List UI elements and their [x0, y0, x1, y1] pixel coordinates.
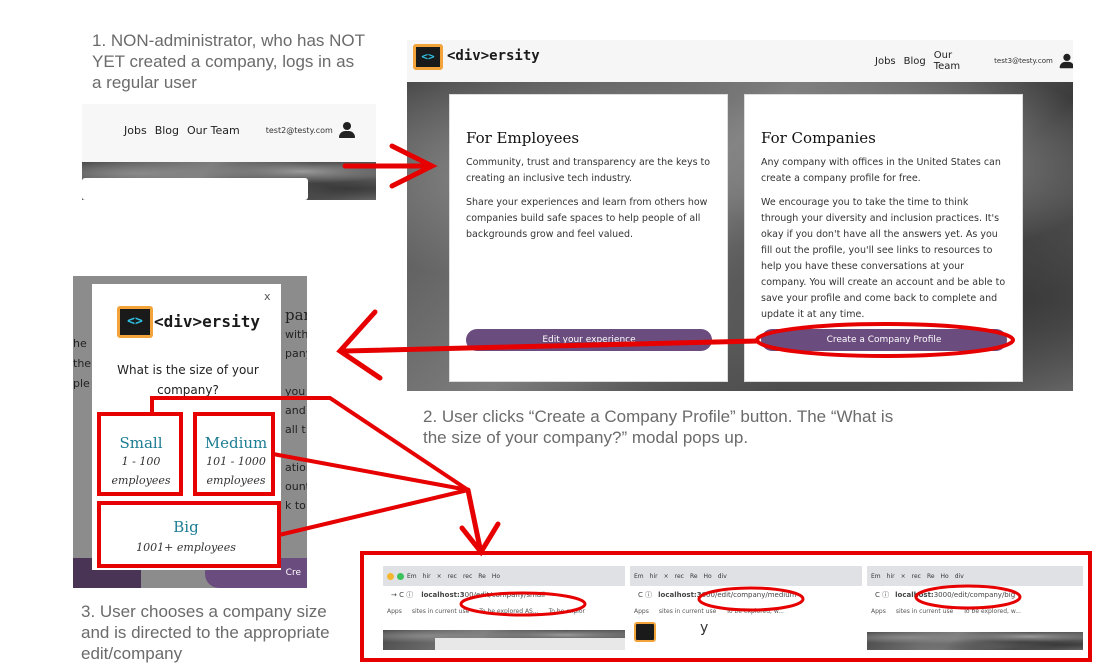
- tab-bar: Em hir × rec Re Ho div: [630, 566, 862, 586]
- address-bar[interactable]: C ⓘ localhost:3 000/edit/company/medium: [630, 586, 862, 604]
- big-size-option[interactable]: Big 1001+ employees: [101, 512, 271, 568]
- user-email: test2@testy.com: [265, 125, 333, 135]
- employees-card-text-1: Community, trust and transparency are th…: [466, 157, 711, 184]
- address-bar[interactable]: C ⓘ localhost: 3000/edit/company/big: [867, 586, 1083, 604]
- navbar: Jobs Blog Our Team test2@testy.com: [124, 122, 355, 138]
- modal-logo-icon: <>: [117, 306, 153, 338]
- address-bar[interactable]: → C ⓘ localhost:3 00/edit/company/small: [383, 586, 625, 604]
- companies-card-title: For Companies: [761, 129, 876, 147]
- background-peek-left: he the ple: [73, 337, 92, 390]
- modal-close-button[interactable]: x: [264, 290, 271, 303]
- nav-our-team-link[interactable]: Our Team: [187, 124, 240, 137]
- companies-card-text-2: We encourage you to take the time to thi…: [761, 197, 1006, 320]
- companies-card-text-1: Any company with offices in the United S…: [761, 157, 1001, 184]
- browser-medium: Em hir × rec Re Ho div C ⓘ localhost:3 000/edit/…: [630, 566, 862, 650]
- step1-caption: 1. NON-administrator, who has NOT YET cr…: [92, 31, 365, 92]
- companies-card: For Companies Any company with offices i…: [744, 94, 1023, 382]
- nav-blog-link[interactable]: Blog: [155, 124, 179, 137]
- company-size-modal: x <> <div>ersity What is the size of you…: [92, 284, 281, 570]
- step3-modal-screenshot: hetheple pan withpany youandall t ationo…: [73, 276, 307, 588]
- nav-blog-link[interactable]: Blog: [904, 56, 926, 67]
- nav-our-team-link[interactable]: Our Team: [934, 50, 976, 72]
- background-peek-right: pan withpany youandall t ationountk to: [285, 306, 307, 512]
- small-size-unit: employees: [111, 474, 171, 487]
- big-size-range: 1001+ employees: [136, 541, 236, 554]
- browser-strip: Em hir × rec rec Re Ho → C ⓘ localhost:3 00/edit…: [383, 566, 1083, 650]
- employees-card-text-2: Share your experiences and learn from ot…: [466, 197, 708, 240]
- edit-experience-button[interactable]: Edit your experience: [466, 329, 712, 351]
- medium-size-range: 101 - 1000: [206, 455, 266, 468]
- nav-jobs-link[interactable]: Jobs: [875, 56, 896, 67]
- medium-size-unit: employees: [206, 474, 266, 487]
- medium-size-option[interactable]: Medium 101 - 1000 employees: [196, 424, 276, 500]
- bookmarks-bar: Apps sites in current use To be explored, …: [634, 607, 784, 615]
- nav-jobs-link[interactable]: Jobs: [124, 124, 147, 137]
- step3-caption: 3. User chooses a company size and is di…: [81, 602, 330, 663]
- bookmarks-bar: Apps sites in current use To be explored, …: [871, 607, 1021, 615]
- small-size-option[interactable]: Small 1 - 100 employees: [101, 424, 181, 500]
- big-size-title: Big: [173, 518, 199, 536]
- small-size-title: Small: [119, 434, 163, 452]
- arrow-step3-to-browsers: [459, 487, 501, 557]
- logo-text: <div>ersity: [447, 48, 540, 64]
- step2-screenshot: <> <div>ersity Jobs Blog Our Team test3@…: [407, 40, 1073, 391]
- employees-card: For Employees Community, trust and trans…: [449, 94, 728, 382]
- browser-small: Em hir × rec rec Re Ho → C ⓘ localhost:3 00/edit…: [383, 566, 625, 650]
- step2-caption: 2. User clicks “Create a Company Profile…: [423, 407, 894, 447]
- user-email: test3@testy.com: [994, 57, 1053, 65]
- logo-icon: <>: [413, 44, 443, 70]
- user-icon[interactable]: [338, 122, 355, 138]
- user-icon[interactable]: [1059, 53, 1073, 69]
- modal-question: What is the size of your company?: [117, 363, 259, 397]
- step1-screenshot: Jobs Blog Our Team test2@testy.com: [82, 104, 376, 200]
- tab-bar: Em hir × rec Re Ho div: [867, 566, 1083, 586]
- modal-logo-text: <div>ersity: [154, 312, 260, 331]
- tab-bar: Em hir × rec rec Re Ho: [383, 566, 625, 586]
- small-size-range: 1 - 100: [121, 455, 161, 468]
- navbar-step2: Jobs Blog Our Team test3@testy.com: [875, 50, 1073, 72]
- employees-card-title: For Employees: [466, 129, 580, 147]
- create-company-profile-button[interactable]: Create a Company Profile: [761, 329, 1007, 351]
- bookmarks-bar: Apps sites in current use To be explored A…: [387, 607, 585, 615]
- browser-big: Em hir × rec Re Ho div C ⓘ localhost: 3000/edit/…: [867, 566, 1083, 650]
- medium-size-title: Medium: [204, 434, 268, 452]
